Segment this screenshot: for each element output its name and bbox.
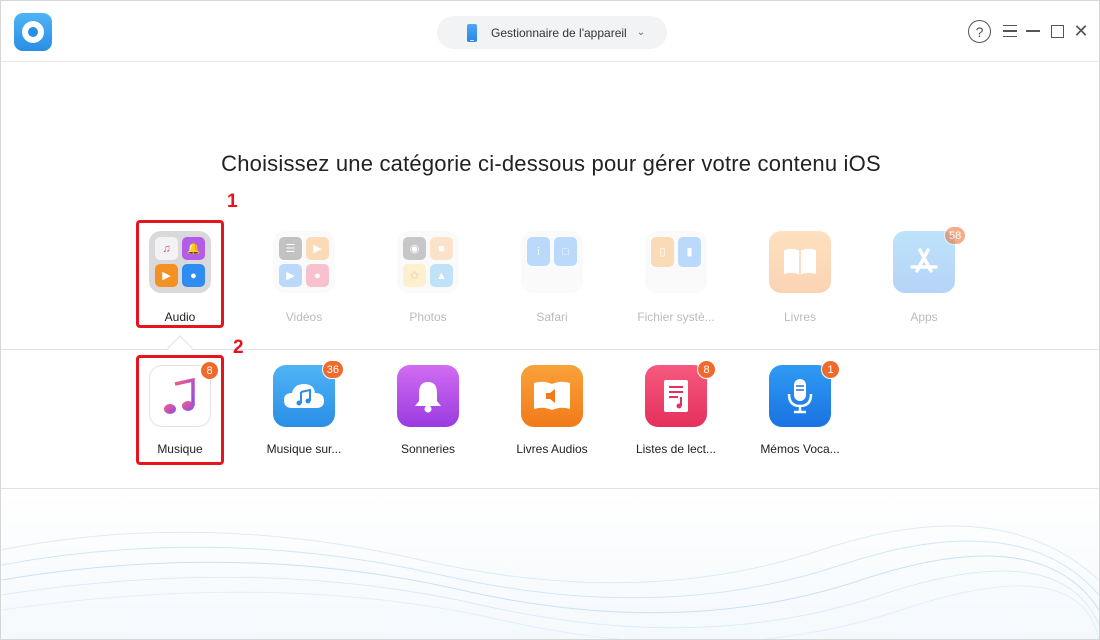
page-title: Choisissez une catégorie ci-dessous pour… — [221, 151, 881, 176]
videos-grid-icon: ☰ ▶ ▶ ● — [273, 231, 335, 293]
cloud-music-icon: 36 — [273, 360, 344, 427]
maximize-icon[interactable] — [1046, 20, 1068, 42]
app-logo-icon — [14, 13, 52, 51]
voice-memos-count-badge: 1 — [821, 360, 840, 379]
category-label: Photos — [409, 310, 447, 324]
audiobook-icon — [521, 365, 583, 427]
books-icon — [769, 231, 831, 293]
playlist-icon: 8 — [645, 360, 716, 427]
audio-item-label: Listes de lect... — [635, 442, 717, 456]
decorative-wave-background — [1, 490, 1099, 639]
title-bar: Gestionnaire de l'appareil ⌄ ? ✕ — [1, 1, 1099, 62]
bell-icon — [397, 365, 459, 427]
audio-item-voice-memos[interactable]: 1 Mémos Voca... — [745, 360, 855, 456]
phone-icon — [467, 23, 477, 42]
chevron-down-icon: ⌄ — [636, 27, 646, 38]
help-icon[interactable]: ? — [968, 20, 991, 43]
audio-item-ringtones[interactable]: Sonneries — [373, 365, 483, 456]
category-label: Fichier systè... — [637, 310, 715, 324]
category-system-files[interactable]: ▯ ▮ Fichier systè... — [626, 231, 726, 324]
audio-item-cloud-music[interactable]: 36 Musique sur... — [249, 360, 359, 456]
audio-item-label: Livres Audios — [516, 442, 588, 456]
step-2-label: 2 — [233, 337, 244, 358]
app-window: Gestionnaire de l'appareil ⌄ ? ✕ Choisis… — [0, 0, 1100, 640]
category-apps[interactable]: Apps — [874, 231, 974, 324]
step-1-label: 1 — [227, 191, 238, 212]
safari-grid-icon: i □ — [521, 231, 583, 293]
menu-icon[interactable] — [999, 20, 1021, 42]
category-label: Vidéos — [285, 310, 323, 324]
category-books[interactable]: Livres — [750, 231, 850, 324]
apps-count-badge: 58 — [944, 226, 967, 245]
cloud-music-count-badge: 36 — [321, 360, 344, 379]
category-videos[interactable]: ☰ ▶ ▶ ● Vidéos — [254, 231, 354, 324]
audio-item-label: Musique sur... — [266, 442, 342, 456]
category-safari[interactable]: i □ Safari — [502, 231, 602, 324]
category-photos[interactable]: ◉ ■ ✿ ▲ Photos — [378, 231, 478, 324]
audio-item-playlists[interactable]: 8 Listes de lect... — [621, 360, 731, 456]
playlists-count-badge: 8 — [697, 360, 716, 379]
microphone-icon: 1 — [769, 360, 840, 427]
system-files-grid-icon: ▯ ▮ — [645, 231, 707, 293]
device-manager-label: Gestionnaire de l'appareil — [491, 25, 627, 40]
audio-item-label: Sonneries — [400, 442, 456, 456]
close-icon[interactable]: ✕ — [1070, 20, 1092, 42]
category-label: Livres — [783, 310, 816, 324]
category-label: Safari — [536, 310, 568, 324]
category-label: Apps — [910, 310, 938, 324]
audio-item-label: Mémos Voca... — [760, 442, 840, 456]
highlight-music — [136, 355, 224, 465]
minimize-icon[interactable] — [1022, 20, 1044, 42]
device-manager-dropdown[interactable]: Gestionnaire de l'appareil ⌄ — [437, 16, 667, 49]
photos-grid-icon: ◉ ■ ✿ ▲ — [397, 231, 459, 293]
highlight-audio — [136, 220, 224, 328]
audio-item-audiobooks[interactable]: Livres Audios — [497, 365, 607, 456]
